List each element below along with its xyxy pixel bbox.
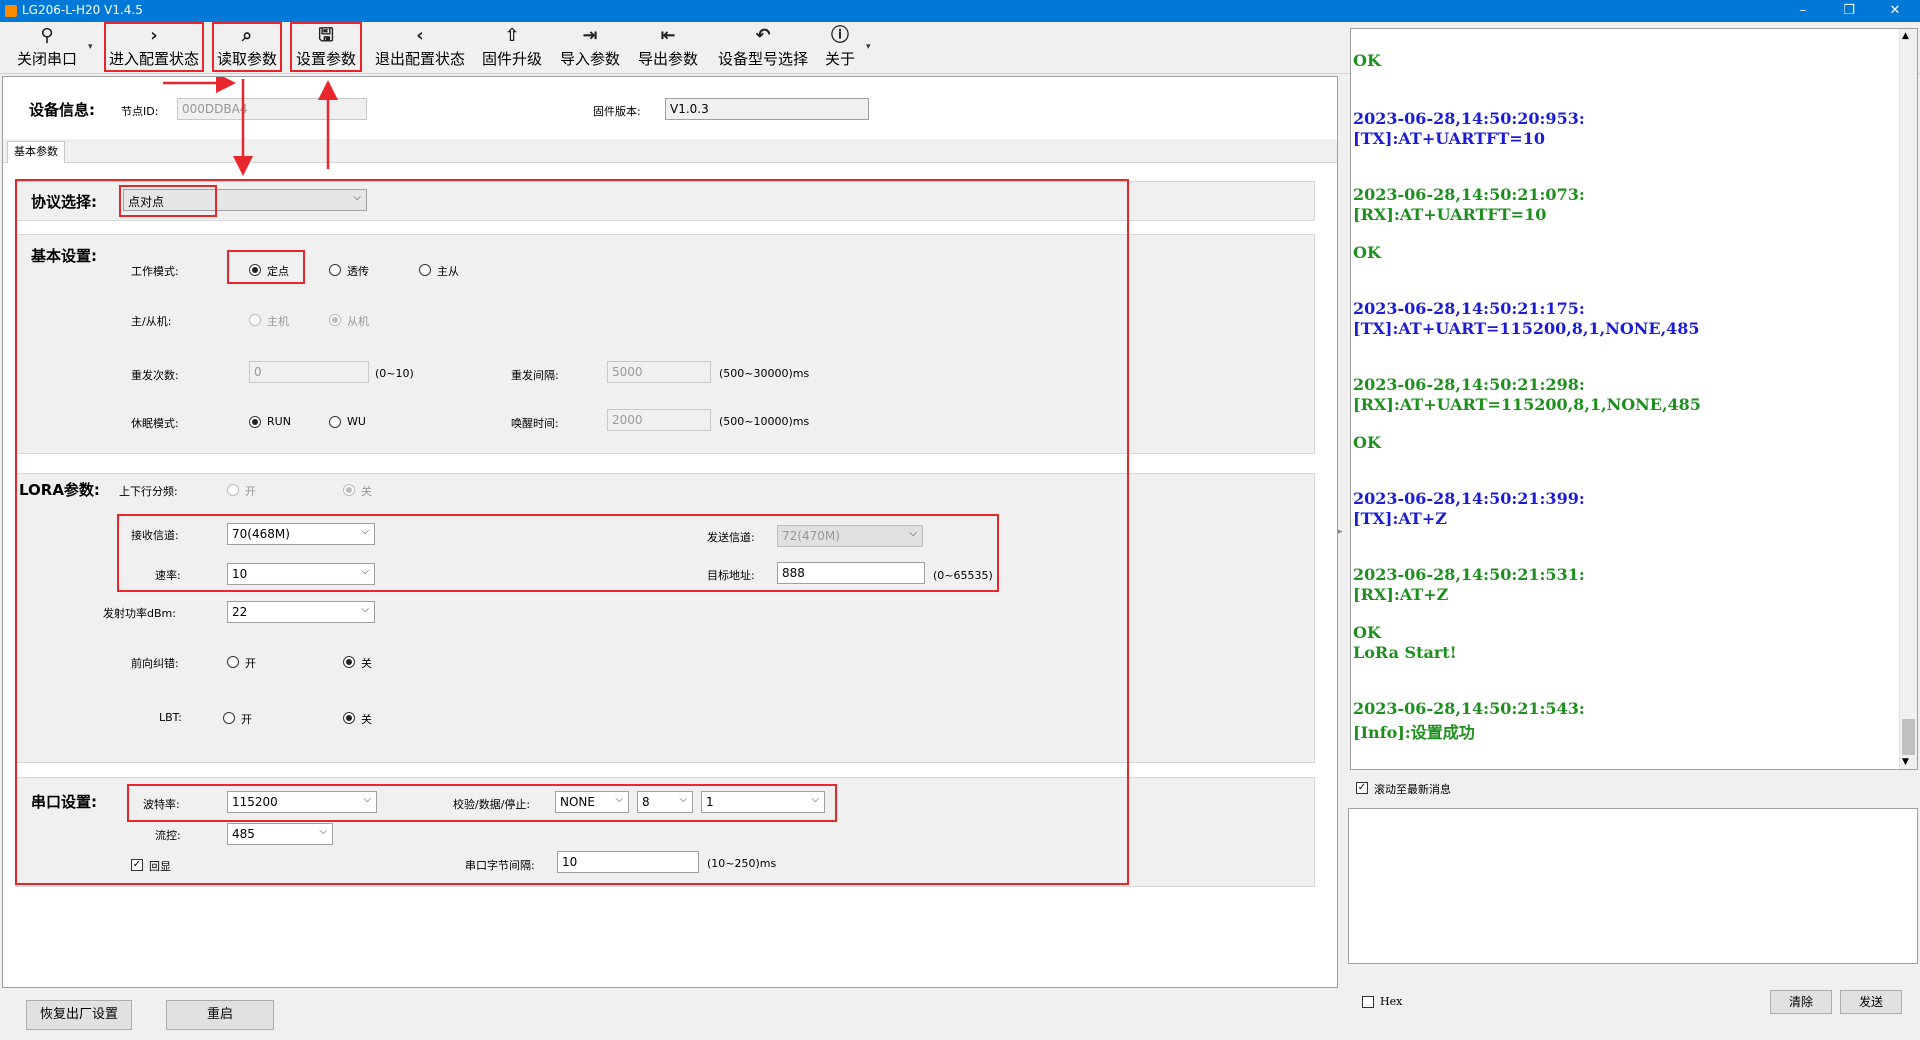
import-params-label: 导入参数 [559, 50, 620, 68]
scroll-up-icon[interactable]: ▲ [1902, 31, 1909, 41]
log-line: OK [1353, 243, 1381, 262]
about-button[interactable]: ⓘ 关于 [822, 24, 858, 72]
log-line: 2023-06-28,14:50:21:399: [1353, 489, 1585, 508]
maximize-button[interactable]: ❐ [1826, 0, 1872, 22]
firmware-version-field[interactable]: V1.0.3 [665, 98, 869, 120]
firmware-upgrade-label: 固件升级 [481, 50, 542, 68]
log-line: [RX]:AT+UARTFT=10 [1353, 205, 1547, 224]
log-line: [RX]:AT+UART=115200,8,1,NONE,485 [1353, 395, 1701, 414]
info-icon: ⓘ [831, 25, 849, 46]
hex-checkbox[interactable] [1362, 996, 1374, 1008]
exit-config-button[interactable]: ‹ 退出配置状态 [370, 24, 470, 72]
export-params-label: 导出参数 [637, 50, 698, 68]
log-line: 2023-06-28,14:50:20:953: [1353, 109, 1585, 128]
log-line: [TX]:AT+UART=115200,8,1,NONE,485 [1353, 319, 1700, 338]
close-port-button[interactable]: ⚲ 关闭串口 [10, 24, 84, 72]
log-line: 2023-06-28,14:50:21:531: [1353, 565, 1585, 584]
log-line: OK [1353, 623, 1381, 642]
app-icon [5, 5, 17, 17]
hex-label: Hex [1380, 995, 1403, 1008]
config-panel: 设备信息: 节点ID: 000DDBA4 固件版本: V1.0.3 基本参数 协… [2, 76, 1338, 988]
scroll-thumb[interactable] [1902, 719, 1915, 755]
log-line: 2023-06-28,14:50:21:175: [1353, 299, 1585, 318]
about-label: 关于 [824, 50, 855, 68]
annotation-box-set-params [290, 22, 362, 72]
send-button[interactable]: 发送 [1840, 990, 1902, 1014]
title-bar: LG206-L-H20 V1.4.5 – ❐ ✕ [0, 0, 1920, 22]
annotation-arrows [163, 77, 338, 176]
export-params-button[interactable]: ⇤ 导出参数 [634, 24, 702, 72]
location-icon: ⚲ [40, 25, 54, 46]
autoscroll-label: 滚动至最新消息 [1374, 783, 1451, 796]
log-line: [RX]:AT+Z [1353, 585, 1449, 604]
minimize-button[interactable]: – [1780, 0, 1826, 22]
log-line: [Info]:设置成功 [1353, 723, 1475, 742]
restart-button[interactable]: 重启 [166, 1000, 274, 1030]
log-line: OK [1353, 433, 1381, 452]
chevron-left-icon: ‹ [416, 25, 424, 46]
device-model-button[interactable]: ↶ 设备型号选择 [712, 24, 814, 72]
annotation-box-enter-config [104, 22, 204, 72]
export-icon: ⇤ [660, 25, 676, 46]
import-params-button[interactable]: ⇥ 导入参数 [556, 24, 624, 72]
firmware-version-label: 固件版本: [593, 105, 641, 118]
rocket-icon: ⇧ [504, 25, 520, 46]
annotation-box-read-params [212, 22, 282, 72]
log-line: [TX]:AT+UARTFT=10 [1353, 129, 1545, 148]
log-line: [TX]:AT+Z [1353, 509, 1447, 528]
exit-config-label: 退出配置状态 [374, 50, 465, 68]
log-panel: OK 2023-06-28,14:50:20:953: [TX]:AT+UARTFT… [1350, 28, 1918, 770]
about-caret-icon[interactable]: ▾ [866, 42, 871, 52]
firmware-upgrade-button[interactable]: ⇧ 固件升级 [478, 24, 546, 72]
device-model-label: 设备型号选择 [717, 50, 808, 68]
log-line: 2023-06-28,14:50:21:543: [1353, 699, 1585, 718]
clear-button[interactable]: 清除 [1770, 990, 1832, 1014]
log-line: 2023-06-28,14:50:21:298: [1353, 375, 1585, 394]
send-input[interactable] [1348, 808, 1918, 964]
annotation-box-settings [15, 179, 1129, 885]
log-line: OK [1353, 51, 1381, 70]
close-button[interactable]: ✕ [1872, 0, 1918, 22]
import-icon: ⇥ [582, 25, 598, 46]
log-line: LoRa Start! [1353, 643, 1457, 662]
factory-reset-button[interactable]: 恢复出厂设置 [26, 1000, 132, 1030]
dropdown-caret-icon[interactable]: ▾ [88, 42, 93, 52]
scroll-down-icon[interactable]: ▼ [1902, 757, 1909, 767]
autoscroll-checkbox[interactable]: ✓ [1356, 782, 1368, 794]
log-scrollbar[interactable]: ▲ ▼ [1899, 29, 1917, 769]
window-title: LG206-L-H20 V1.4.5 [22, 3, 143, 17]
undo-icon: ↶ [755, 25, 771, 46]
log-line: 2023-06-28,14:50:21:073: [1353, 185, 1585, 204]
close-port-label: 关闭串口 [16, 50, 77, 68]
splitter-grip-icon[interactable]: ▸ [1338, 520, 1346, 544]
